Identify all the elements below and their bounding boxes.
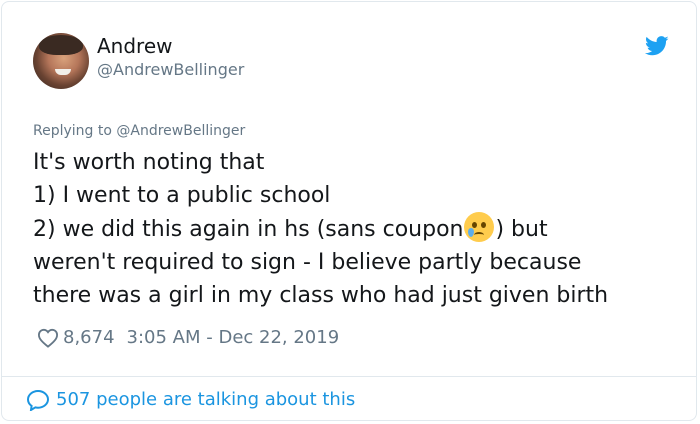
tweet-text: It's worth noting that 1) I went to a pu… [33, 146, 683, 312]
talking-link[interactable]: 507 people are talking about this [26, 388, 355, 412]
avatar[interactable] [33, 33, 89, 89]
divider [2, 376, 696, 377]
tweet-line: weren't required to sign - I believe par… [33, 250, 582, 275]
author-handle[interactable]: @AndrewBellinger [97, 60, 244, 80]
avatar-smile [55, 69, 71, 75]
speech-bubble-icon [26, 389, 50, 411]
replying-prefix: Replying to [33, 123, 112, 139]
heart-icon[interactable] [37, 328, 59, 348]
crying-face-emoji-icon [464, 212, 495, 242]
tweet-line: It's worth noting that [33, 150, 265, 175]
author-name[interactable]: Andrew [97, 34, 173, 58]
tweet-meta: 8,674 3:05 AM - Dec 22, 2019 [37, 326, 339, 350]
twitter-bird-icon[interactable] [645, 36, 669, 56]
like-count[interactable]: 8,674 [63, 326, 115, 350]
timestamp[interactable]: 3:05 AM - Dec 22, 2019 [127, 326, 340, 350]
replying-to-handle[interactable]: @AndrewBellinger [116, 123, 245, 139]
tweet-line: 1) I went to a public school [33, 183, 331, 208]
replying-to: Replying to @AndrewBellinger [33, 122, 245, 140]
tweet-card: Andrew @AndrewBellinger Replying to @And… [1, 1, 697, 421]
talking-text[interactable]: 507 people are talking about this [56, 388, 355, 412]
tweet-line-part: ) but [495, 217, 548, 242]
tweet-line: there was a girl in my class who had jus… [33, 283, 609, 308]
tweet-line: 2) we did this again in hs (sans coupon)… [33, 212, 683, 246]
tweet-line-part: 2) we did this again in hs (sans coupon [33, 217, 464, 242]
avatar-hair [39, 35, 83, 55]
